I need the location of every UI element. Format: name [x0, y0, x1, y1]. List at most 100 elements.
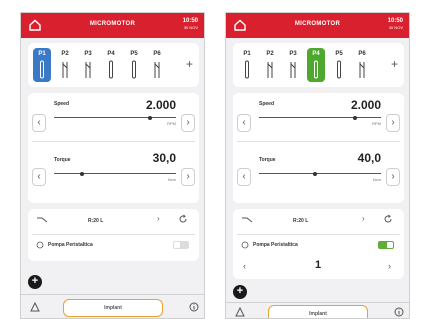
torque-label: Torque: [259, 157, 276, 163]
screen-left: MICROMOTOR 10:50 30 NOV P1 P2 P3 P4 P5 P…: [20, 12, 205, 319]
speed-label: Speed: [54, 101, 70, 107]
ratio-next-button[interactable]: ›: [157, 214, 160, 223]
program-label: P3: [84, 51, 92, 57]
parameters-card: ‹ Speed 2.000 RPM › ‹ Torque 40,0 Ncm ›: [233, 93, 404, 203]
ratio-next-button[interactable]: ›: [362, 214, 365, 223]
torque-slider-knob[interactable]: [313, 171, 317, 176]
footer-divider: [21, 294, 204, 295]
handpiece-icon: [242, 217, 253, 223]
toggle-thumb: [387, 242, 393, 248]
program-p3[interactable]: P3: [284, 48, 302, 82]
handpiece-icon: [245, 60, 249, 79]
handpiece-icon: [62, 62, 68, 78]
program-p5[interactable]: P5: [330, 48, 348, 82]
rotate-icon[interactable]: [383, 214, 393, 224]
speed-increase-button[interactable]: ›: [181, 114, 195, 132]
stage: MICROMOTOR 10:50 30 NOV P1 P2 P3 P4 P5 P…: [0, 0, 430, 319]
pump-toggle[interactable]: [173, 241, 189, 249]
screen-right: MICROMOTOR 10:50 30 NOV P1 P2 P3 P4 P5 P…: [225, 12, 410, 319]
pump-label: Pompa Peristaltica: [253, 242, 298, 248]
program-p4[interactable]: P4: [102, 48, 120, 82]
program-p5[interactable]: P5: [125, 48, 143, 82]
speed-slider[interactable]: [259, 117, 381, 118]
divider: [237, 141, 400, 142]
toggle-thumb: [174, 242, 180, 248]
torque-decrease-button[interactable]: ‹: [237, 168, 251, 186]
speed-slider-knob[interactable]: [353, 115, 357, 120]
pump-icon: [241, 241, 249, 249]
pump-toggle[interactable]: [378, 241, 394, 249]
speed-slider-knob[interactable]: [148, 115, 152, 120]
handpiece-icon: [267, 62, 273, 78]
footer-divider: [226, 302, 409, 303]
implant-button[interactable]: Implant: [268, 305, 368, 318]
divider: [237, 234, 400, 235]
program-p3[interactable]: P3: [79, 48, 97, 82]
handpiece-icon: [359, 62, 365, 78]
program-p6[interactable]: P6: [353, 48, 371, 82]
add-program-button[interactable]: +: [391, 57, 398, 71]
program-label: P1: [243, 51, 251, 57]
pump-decrease-button[interactable]: ‹: [243, 261, 246, 271]
program-label: P1: [38, 51, 46, 57]
speed-slider[interactable]: [54, 117, 176, 118]
ratio-value: R:20 L: [293, 218, 309, 224]
torque-increase-button[interactable]: ›: [181, 168, 195, 186]
speed-decrease-button[interactable]: ‹: [237, 114, 251, 132]
program-label: P2: [61, 51, 69, 57]
ratio-value: R:20 L: [88, 218, 104, 224]
program-p1[interactable]: P1: [33, 48, 51, 82]
warning-icon[interactable]: [30, 302, 40, 312]
program-label: P5: [335, 51, 343, 57]
warning-icon[interactable]: [235, 307, 245, 317]
torque-unit: Ncm: [372, 177, 381, 182]
pump-label: Pompa Peristaltica: [48, 242, 93, 248]
torque-unit: Ncm: [167, 177, 176, 182]
torque-slider[interactable]: [259, 173, 381, 174]
speed-label: Speed: [259, 101, 275, 107]
program-p2[interactable]: P2: [56, 48, 74, 82]
settings-card: R:20 L › Pompa Peristaltica ‹ 1 ›: [233, 209, 404, 279]
pump-increase-button[interactable]: ›: [388, 261, 391, 271]
program-p2[interactable]: P2: [261, 48, 279, 82]
handpiece-icon: [290, 62, 296, 78]
clock: 10:50 30 NOV: [183, 18, 198, 30]
info-icon[interactable]: [394, 307, 404, 317]
program-selector: P1 P2 P3 P4 P5 P6 +: [233, 43, 404, 87]
torque-slider[interactable]: [54, 173, 176, 174]
handpiece-icon: [40, 60, 44, 79]
info-icon[interactable]: [189, 302, 199, 312]
program-selector: P1 P2 P3 P4 P5 P6 +: [28, 43, 199, 87]
speed-unit: RPM: [167, 121, 176, 126]
speed-value: 2.000: [350, 98, 381, 112]
app-title: MICROMOTOR: [294, 21, 341, 27]
torque-value: 40,0: [357, 151, 381, 165]
add-button[interactable]: +: [28, 275, 42, 289]
torque-slider-knob[interactable]: [80, 171, 84, 176]
clock-date: 30 NOV: [388, 25, 403, 30]
speed-unit: RPM: [372, 121, 381, 126]
program-p4[interactable]: P4: [307, 48, 325, 82]
clock-time: 10:50: [387, 18, 403, 24]
program-label: P3: [289, 51, 297, 57]
program-p6[interactable]: P6: [148, 48, 166, 82]
add-program-button[interactable]: +: [186, 57, 193, 71]
clock: 10:50 30 NOV: [388, 18, 403, 30]
handpiece-icon: [154, 62, 160, 78]
add-button[interactable]: +: [233, 285, 247, 299]
rotate-icon[interactable]: [178, 214, 188, 224]
torque-decrease-button[interactable]: ‹: [32, 168, 46, 186]
pump-level-value: 1: [314, 259, 322, 271]
torque-increase-button[interactable]: ›: [386, 168, 400, 186]
speed-value: 2.000: [145, 98, 176, 112]
app-header: MICROMOTOR 10:50 30 NOV: [21, 13, 204, 38]
program-label: P5: [130, 51, 138, 57]
app-title: MICROMOTOR: [89, 21, 136, 27]
program-label: P2: [266, 51, 274, 57]
implant-button[interactable]: Implant: [63, 299, 163, 317]
pump-icon: [36, 241, 44, 249]
divider: [32, 141, 195, 142]
speed-decrease-button[interactable]: ‹: [32, 114, 46, 132]
speed-increase-button[interactable]: ›: [386, 114, 400, 132]
program-p1[interactable]: P1: [238, 48, 256, 82]
